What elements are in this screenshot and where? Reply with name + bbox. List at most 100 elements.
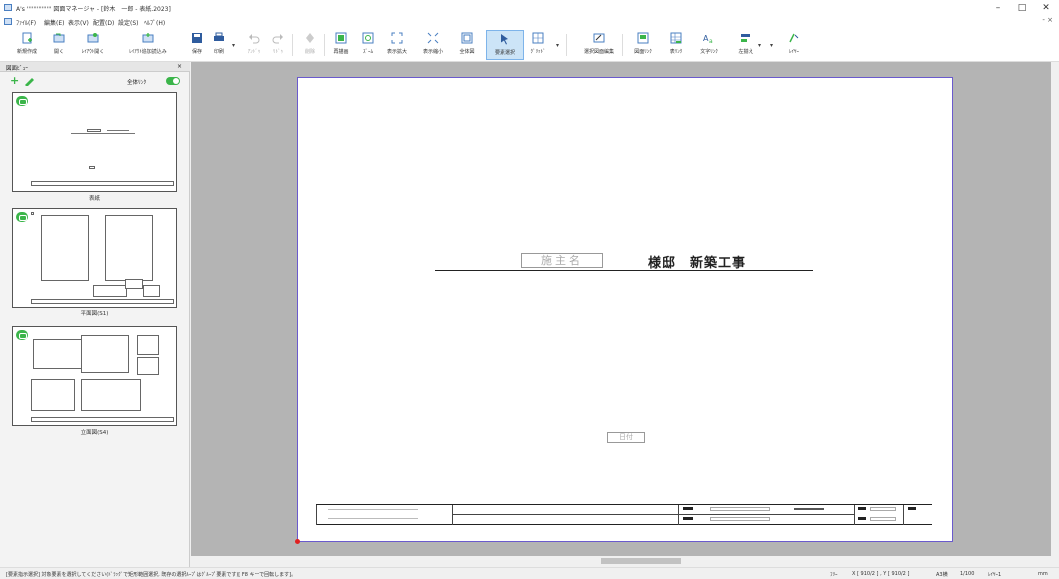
thumb-plan-frame [105,215,153,281]
origin-marker [295,539,300,544]
grid-icon [532,32,544,44]
paper-size: A3横 [936,572,948,578]
layout-add-button[interactable]: ﾚｲｱｳﾄ追加読込み [129,30,167,60]
edit-drawing-label: 選択図面編集 [583,49,614,55]
titleblock-row [452,514,854,515]
toolbar: 新規作成 開く ﾚｲｱｳﾄ開く ﾚｲｱｳﾄ追加読込み 保存 印刷 ▾ ｱﾝﾄﾞｩ… [0,28,1059,62]
grid-button[interactable]: ｸﾞﾘｯﾄﾞ [530,30,546,60]
thumbnail-cover[interactable] [12,92,177,192]
open-button[interactable]: 開く [50,30,68,60]
vertical-scrollbar[interactable] [1051,62,1059,556]
minimize-button[interactable]: – [986,2,1010,14]
edit-drawing-button[interactable]: 選択図面編集 [584,30,614,60]
thumb-elevation-frame [81,379,141,411]
status-bar: [要素指示選択] 対象要素を選択してください(ﾄﾞﾗｯｸﾞで矩形範囲選択, 既存… [0,567,1059,579]
owner-name-field[interactable]: 施主名 [521,253,603,268]
grid-label: ｸﾞﾘｯﾄﾞ [530,49,546,55]
drawing-sheet[interactable]: 施主名 様邸 新築工事 日付 [297,77,953,542]
menu-place[interactable]: 配置(D) [93,18,114,27]
select-element-button[interactable]: 要素選択 [486,30,524,60]
toolbar-separator [566,34,567,56]
unit: mm [1038,571,1048,577]
zoom-icon [362,32,374,44]
redraw-icon [335,32,347,44]
thumb-box [137,357,159,375]
titleblock-divider [903,505,904,525]
horizontal-scrollbar[interactable] [191,556,1051,566]
panel-header: 図面ﾋﾞｭｰ × [0,62,190,72]
new-document-icon [22,32,32,44]
thumb-plan-frame [41,215,89,281]
delete-icon [306,33,314,43]
thumbnail-elevation[interactable] [12,326,177,426]
mdi-controls[interactable]: - × [1042,16,1053,24]
thumbnail-plan[interactable] [12,208,177,308]
redraw-button[interactable]: 再描画 [333,30,349,60]
close-button[interactable]: ✕ [1034,2,1058,14]
add-icon[interactable]: + [10,74,19,87]
title-underline [435,270,813,271]
snap-mode: ﾌﾘｰ [830,572,838,578]
delete-button[interactable]: 削除 [302,30,318,60]
titleblock-text [328,518,418,519]
thumbnail-label-elevation: 立面図(S4) [80,430,109,436]
titleblock-divider [452,505,453,525]
menu-view[interactable]: 表示(V) [68,18,89,27]
titleblock-field [870,507,896,511]
fit-all-icon [461,32,473,44]
redo-label: ﾘﾄﾞｩ [272,49,283,55]
menu-settings[interactable]: 設定(S) [118,18,139,27]
thumb-box [31,212,34,215]
print-dropdown[interactable]: ▾ [232,42,235,49]
link-all-label: 全体ﾘﾝｸ [127,80,147,86]
layout-add-label: ﾚｲｱｳﾄ追加読込み [129,49,167,55]
thumb-elevation-frame [31,379,75,411]
zoom-button[interactable]: ｽﾞｰﾑ [360,30,376,60]
layout-add-icon [142,33,154,43]
text-link-icon: Aa [703,34,713,45]
zoom-in-button[interactable]: 表示拡大 [387,30,407,60]
document-icon[interactable] [4,18,12,25]
text-link-button[interactable]: Aa 文字ﾘﾝｸ [700,30,718,60]
print-button[interactable]: 印刷 [210,30,228,60]
link-badge-icon [16,330,28,340]
layer-button[interactable]: ﾚｲﾔｰ [786,30,802,60]
align-left-button[interactable]: 左揃え [738,30,754,60]
date-field[interactable]: 日付 [607,432,645,443]
fit-all-button[interactable]: 全体図 [459,30,475,60]
layout-open-button[interactable]: ﾚｲｱｳﾄ開く [82,30,104,60]
menu-file[interactable]: ﾌｧｲﾙ(F) [16,18,36,27]
undo-button[interactable]: ｱﾝﾄﾞｩ [246,30,262,60]
thumb-box [89,166,95,169]
panel-close-button[interactable]: × [177,63,182,70]
thumb-titleblock [31,181,174,186]
thumb-box [93,285,127,297]
menu-help[interactable]: ﾍﾙﾌﾟ(H) [144,18,165,27]
new-button[interactable]: 新規作成 [16,30,38,60]
link-badge-icon [16,212,28,222]
link-all-toggle[interactable] [166,77,180,85]
maximize-button[interactable]: □ [1010,2,1034,14]
redo-button[interactable]: ﾘﾄﾞｩ [270,30,286,60]
grid-dropdown[interactable]: ▾ [556,42,559,49]
table-link-button[interactable]: 表ﾘﾝｸ [667,30,685,60]
thumb-box [143,285,160,297]
titleblock-divider [678,505,679,525]
align-dropdown-2[interactable]: ▾ [770,42,773,49]
thumb-elevation-frame [81,335,129,373]
drawing-link-button[interactable]: 図面ﾘﾝｸ [634,30,652,60]
link-pen-icon[interactable] [24,76,36,86]
undo-icon [249,34,260,44]
thumb-titleblock [31,417,174,422]
save-button[interactable]: 保存 [190,30,204,60]
zoom-in-icon [391,32,403,44]
align-left-icon [741,34,750,42]
scrollbar-thumb[interactable] [601,558,681,564]
zoom-out-label: 表示縮小 [422,49,443,55]
menu-edit[interactable]: 編集(E) [44,18,64,27]
align-dropdown[interactable]: ▾ [758,42,761,49]
svg-text:a: a [709,38,713,44]
link-badge-icon [16,96,28,106]
titleblock-mark [683,517,693,520]
zoom-out-button[interactable]: 表示縮小 [423,30,443,60]
